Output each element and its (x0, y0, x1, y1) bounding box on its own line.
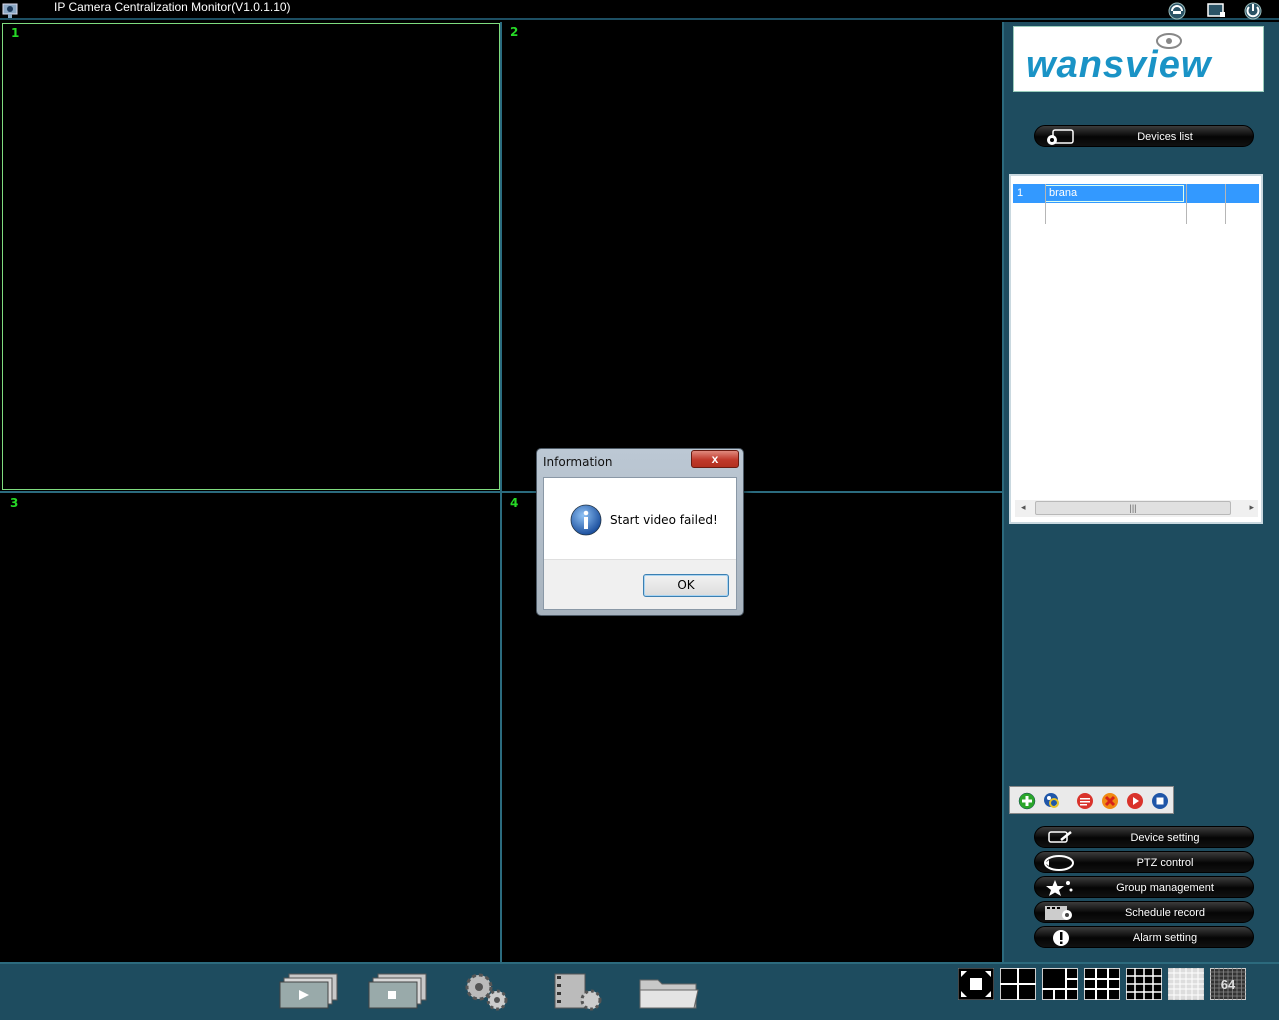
delete-icon[interactable] (1101, 792, 1119, 810)
ptz-control-label: PTZ control (1136, 857, 1194, 869)
wrench-icon (1048, 831, 1072, 843)
schedule-record-button[interactable]: Schedule record (1034, 901, 1254, 923)
ok-button[interactable]: OK (643, 574, 729, 597)
play-icon[interactable] (1126, 792, 1144, 810)
right-panel: wansview Devices list 1 brana ◂ ||| ▸ De… (1002, 22, 1279, 962)
window-title: IP Camera Centralization Monitor(V1.0.1.… (54, 0, 291, 14)
power-icon[interactable] (1242, 1, 1264, 21)
group-management-label: Group management (1116, 882, 1214, 894)
search-device-icon[interactable] (1043, 792, 1061, 810)
schedule-record-label: Schedule record (1124, 907, 1206, 919)
alert-icon (1053, 930, 1069, 946)
layout-9-icon[interactable] (1084, 968, 1120, 1000)
column-separator (1045, 184, 1046, 224)
video-channel-3[interactable]: 3 (2, 494, 500, 962)
star-icon (1046, 880, 1073, 896)
device-setting-label: Device setting (1130, 832, 1200, 844)
dialog-title: Information (543, 455, 613, 469)
devices-list[interactable]: 1 brana ◂ ||| ▸ (1009, 174, 1263, 524)
column-separator (1225, 184, 1226, 224)
layout-16-icon[interactable] (1126, 968, 1162, 1000)
information-dialog: Information x Start video failed! OK (536, 448, 744, 616)
devices-list-label: Devices list (1137, 131, 1193, 143)
scroll-left-icon[interactable]: ◂ (1021, 502, 1026, 513)
bottom-toolbar: 64 (0, 962, 1279, 1020)
alarm-setting-label: Alarm setting (1132, 932, 1198, 944)
layout-64-icon[interactable]: 64 (1210, 968, 1246, 1000)
channel-number: 2 (510, 25, 519, 39)
stop-icon[interactable] (1151, 792, 1169, 810)
device-name: brana (1045, 185, 1184, 202)
channel-number: 3 (10, 496, 19, 510)
devices-list-button[interactable]: Devices list (1034, 125, 1254, 147)
channel-number: 4 (510, 496, 519, 510)
fullscreen-icon[interactable] (958, 968, 994, 1000)
device-toolbar (1009, 786, 1174, 814)
logo-image: wansview (1026, 33, 1213, 86)
grid-divider-horizontal (0, 491, 1002, 493)
horizontal-scrollbar[interactable]: ◂ ||| ▸ (1015, 500, 1258, 517)
film-icon (1045, 906, 1072, 920)
devices-list-icon (1047, 129, 1074, 145)
scrollbar-thumb[interactable]: ||| (1035, 501, 1231, 515)
refresh-icon[interactable] (1166, 1, 1188, 21)
title-bar: IP Camera Centralization Monitor(V1.0.1.… (0, 0, 1279, 20)
edit-icon[interactable] (1076, 792, 1094, 810)
add-icon[interactable] (1018, 792, 1036, 810)
record-icon[interactable] (553, 970, 605, 1012)
device-row[interactable]: 1 brana (1013, 184, 1259, 203)
settings-icon[interactable] (461, 970, 513, 1012)
channel-number: 1 (11, 26, 20, 40)
column-separator (1186, 184, 1187, 224)
video-channel-1[interactable]: 1 (2, 23, 500, 490)
device-setting-button[interactable]: Device setting (1034, 826, 1254, 848)
layout-4-icon[interactable] (1000, 968, 1036, 1000)
video-channel-2[interactable]: 2 (502, 23, 1002, 491)
scroll-right-icon[interactable]: ▸ (1249, 502, 1254, 513)
ptz-control-button[interactable]: PTZ control (1034, 851, 1254, 873)
dialog-body: Start video failed! OK (543, 477, 737, 610)
device-row-empty[interactable] (1013, 203, 1259, 222)
group-management-button[interactable]: Group management (1034, 876, 1254, 898)
app-icon (2, 3, 18, 18)
svg-text:wansview: wansview (1026, 44, 1213, 86)
layout-64-label: 64 (1221, 977, 1236, 992)
alarm-setting-button[interactable]: Alarm setting (1034, 926, 1254, 948)
info-icon (570, 504, 602, 536)
app-window: IP Camera Centralization Monitor(V1.0.1.… (0, 0, 1279, 1020)
close-button[interactable]: x (691, 450, 739, 468)
play-all-icon[interactable] (279, 970, 341, 1012)
brand-logo: wansview (1013, 26, 1264, 92)
display-icon[interactable] (1205, 1, 1227, 21)
dialog-message: Start video failed! (610, 513, 718, 527)
device-index: 1 (1017, 187, 1024, 199)
folder-icon[interactable] (638, 970, 700, 1012)
ptz-icon (1044, 855, 1074, 871)
layout-6-icon[interactable] (1042, 968, 1078, 1000)
layout-36-icon[interactable] (1168, 968, 1204, 1000)
stop-all-icon[interactable] (368, 970, 430, 1012)
